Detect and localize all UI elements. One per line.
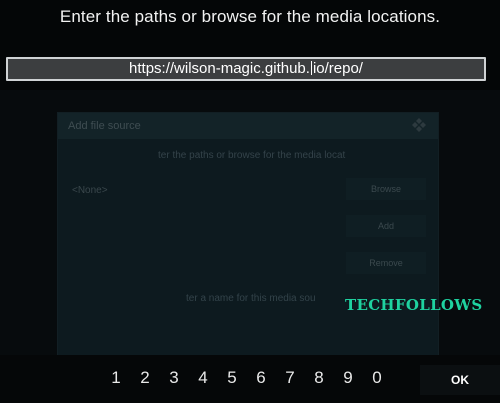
keypad-digit-7[interactable]: 7	[278, 368, 302, 388]
keypad-digit-4[interactable]: 4	[191, 368, 215, 388]
remove-button: Remove	[346, 252, 426, 274]
url-text-before-caret: https://wilson-magic.github.	[129, 60, 310, 77]
techfollows-watermark: TECHFOLLOWS	[345, 296, 483, 314]
add-file-source-dialog-background: Add file source ter the paths or browse …	[57, 112, 439, 357]
browse-button: Browse	[346, 178, 426, 200]
keypad-digit-2[interactable]: 2	[133, 368, 157, 388]
source-path-value: <None>	[72, 185, 108, 196]
ok-button[interactable]: OK	[420, 365, 500, 395]
dialog-prompt: Enter the paths or browse for the media …	[59, 7, 441, 26]
keypad-digit-1[interactable]: 1	[104, 368, 128, 388]
keypad-digit-5[interactable]: 5	[220, 368, 244, 388]
dialog-title: Add file source	[68, 120, 141, 132]
keypad-digit-0[interactable]: 0	[365, 368, 389, 388]
add-button: Add	[346, 215, 426, 237]
kodi-logo-icon	[412, 118, 426, 132]
text-caret	[310, 61, 312, 75]
keypad-digit-9[interactable]: 9	[336, 368, 360, 388]
source-name-prompt: ter a name for this media sou	[186, 293, 316, 304]
keypad-digit-8[interactable]: 8	[307, 368, 331, 388]
dialog-subtitle: ter the paths or browse for the media lo…	[158, 150, 346, 161]
dialog-header: Add file source	[58, 113, 438, 139]
url-input-field[interactable]: https://wilson-magic.github. io/repo/	[6, 57, 486, 81]
keypad-digit-3[interactable]: 3	[162, 368, 186, 388]
keypad-digit-6[interactable]: 6	[249, 368, 273, 388]
url-text-after-caret: io/repo/	[312, 60, 363, 77]
